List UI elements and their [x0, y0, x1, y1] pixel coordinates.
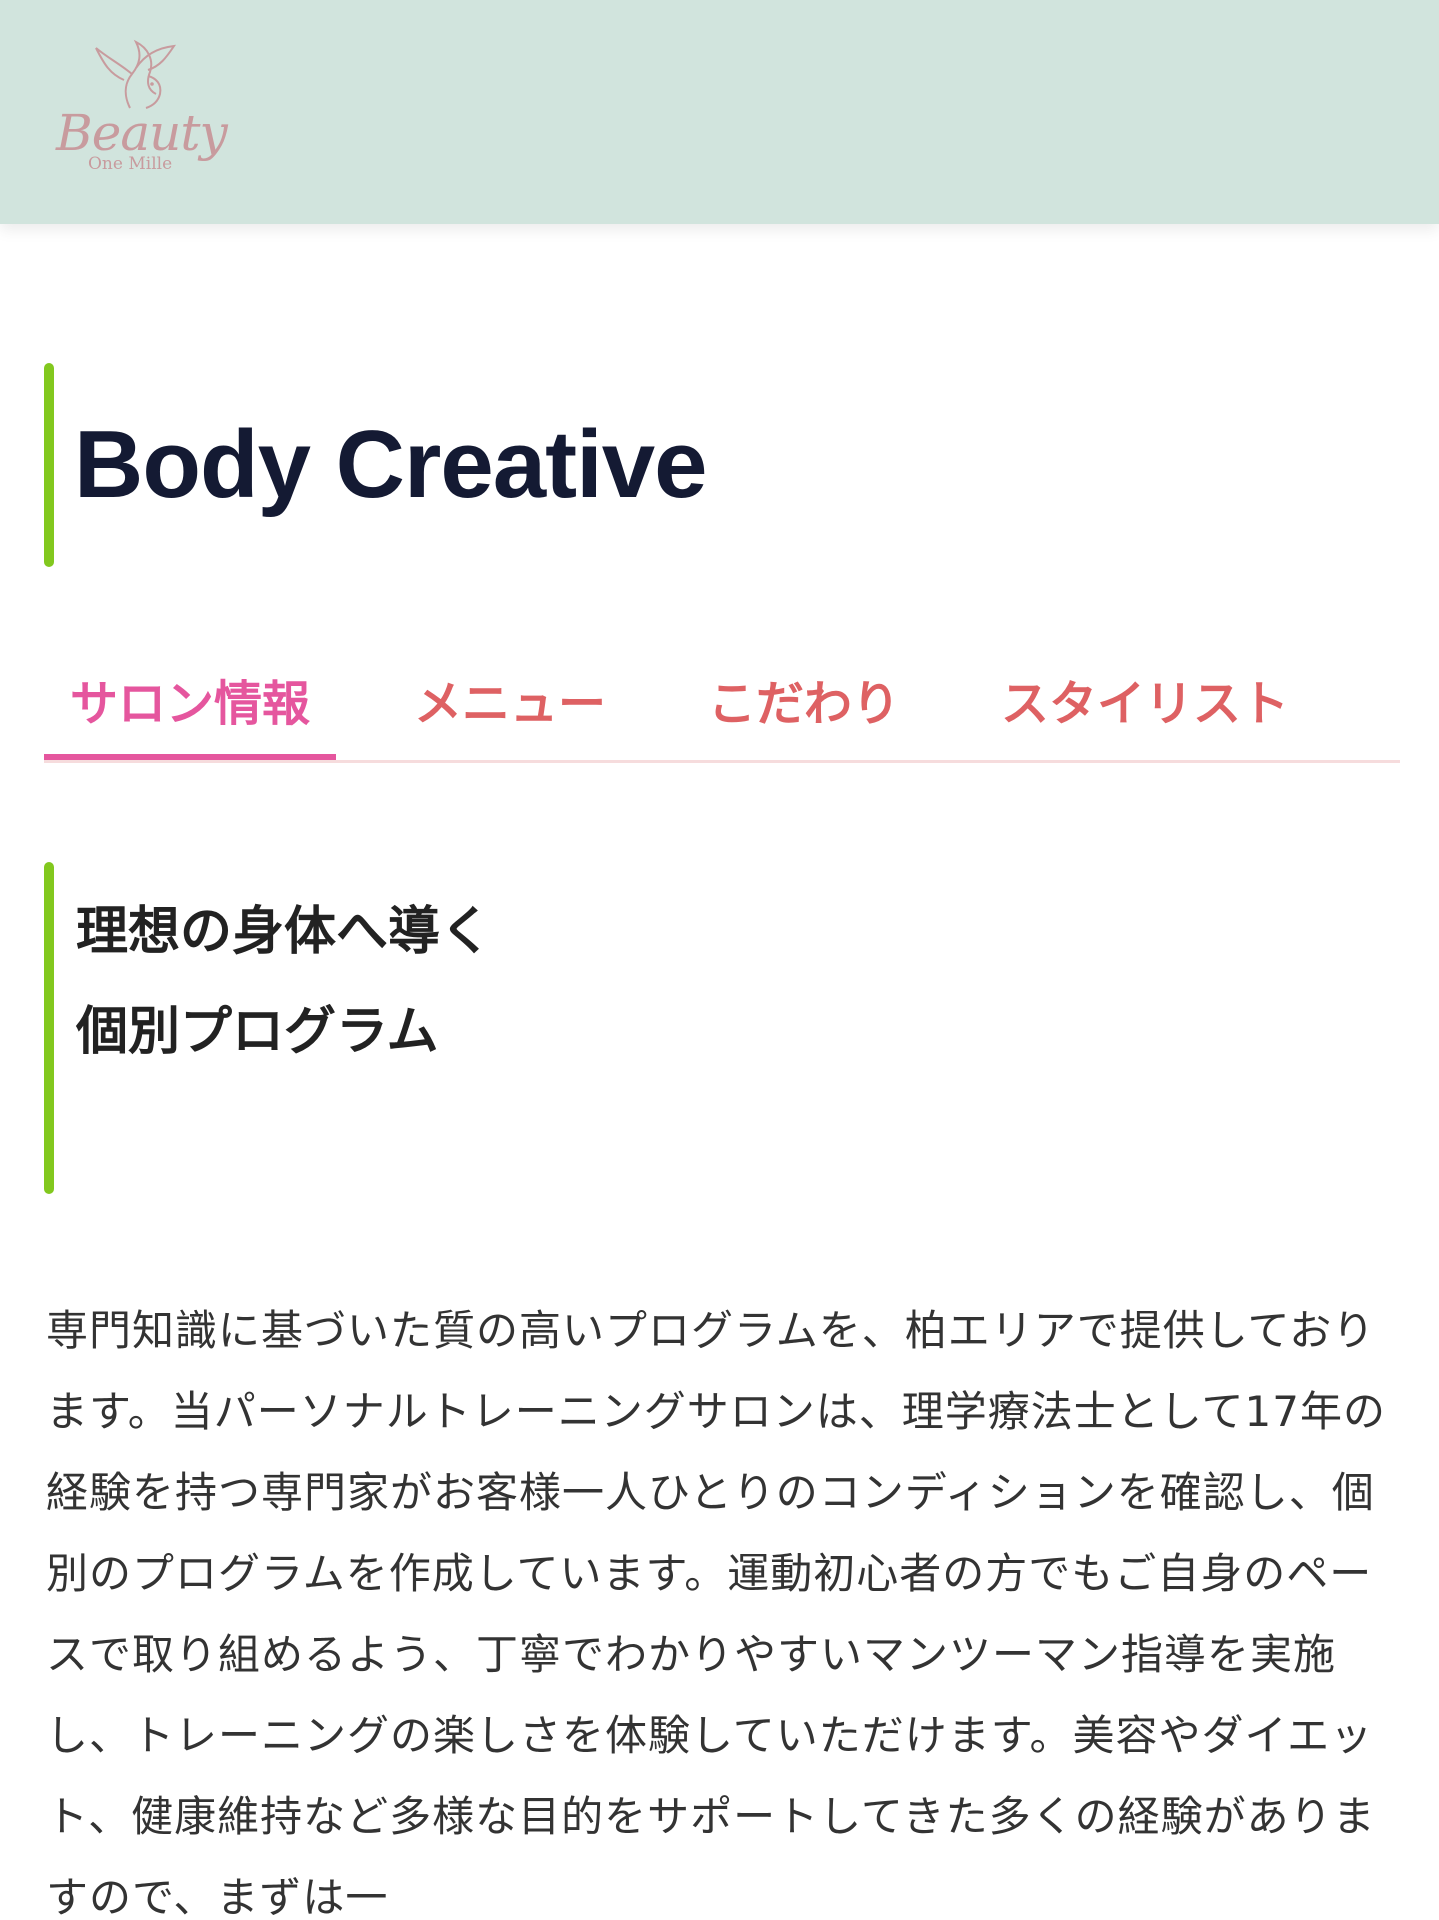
title-accent-bar — [44, 363, 54, 567]
page: Beauty One Mille Body Creative サロン情報 メニュ… — [0, 0, 1439, 1920]
section-body-text: 専門知識に基づいた質の高いプログラムを、柏エリアで提供しております。当パーソナル… — [46, 1306, 1386, 1920]
tab-stylist[interactable]: スタイリスト — [922, 640, 1368, 757]
logo-wordmark: Beauty — [56, 104, 228, 162]
section-heading-line-1: 理想の身体へ導く — [76, 902, 493, 962]
tab-salon-info[interactable]: サロン情報 — [44, 640, 336, 760]
logo-tagline: One Mille — [88, 154, 173, 174]
brand-logo[interactable]: Beauty One Mille — [52, 38, 228, 178]
tab-commitment[interactable]: こだわり — [644, 640, 964, 757]
page-title: Body Creative — [74, 411, 708, 518]
section-heading-line-2: 個別プログラム — [76, 1002, 439, 1062]
section-heading: 理想の身体へ導く 個別プログラム — [76, 882, 492, 1082]
tab-menu[interactable]: メニュー — [364, 640, 656, 757]
tab-bar: サロン情報 メニュー こだわり スタイリスト — [44, 640, 1400, 763]
section-heading-block: 理想の身体へ導く 個別プログラム — [44, 862, 1384, 1194]
site-header: Beauty One Mille — [0, 0, 1439, 224]
section-accent-bar — [44, 862, 54, 1194]
page-title-block: Body Creative — [44, 363, 1384, 567]
